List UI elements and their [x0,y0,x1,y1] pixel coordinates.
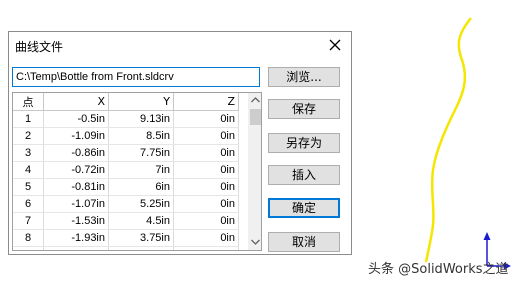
ok-button[interactable]: 确定 [268,198,340,218]
y-value-cell[interactable]: 4.5in [108,212,174,230]
column-header-y: Y [108,93,174,111]
z-value-cell[interactable]: 0in [173,144,239,162]
table-row[interactable]: 1 -0.5in 9.13in 0in [13,110,239,128]
point-index-cell[interactable]: 9 [13,246,44,250]
table-header-row: 点 X Y Z [13,93,239,111]
x-value-cell[interactable]: -2.16in [43,246,109,250]
curve-preview [424,17,511,270]
save-button[interactable]: 保存 [268,99,340,119]
scroll-down-arrow-icon[interactable] [250,237,261,247]
column-header-z: Z [173,93,239,111]
z-value-cell[interactable]: 0in [173,195,239,213]
z-value-cell[interactable]: 0in [173,246,239,250]
y-value-cell[interactable]: 3.75in [108,229,174,247]
y-value-cell[interactable]: 3in [108,246,174,250]
z-value-cell[interactable]: 0in [173,178,239,196]
point-index-cell[interactable]: 3 [13,144,44,162]
insert-button[interactable]: 插入 [268,165,340,185]
scroll-thumb[interactable] [250,109,261,125]
points-table: 点 X Y Z 1 -0.5in 9.13in 0in 2 -1.09in 8.5in 0in… [12,92,262,251]
z-value-cell[interactable]: 0in [173,212,239,230]
watermark: 头条 @SolidWorks之道 [368,262,509,277]
table-row[interactable]: 7 -1.53in 4.5in 0in [13,212,239,230]
column-header-x: X [43,93,109,111]
table-scrollbar[interactable] [248,93,261,250]
save-as-button[interactable]: 另存为 [268,133,340,153]
column-header-index: 点 [13,93,44,111]
table-row[interactable]: 5 -0.81in 6in 0in [13,178,239,196]
y-value-cell[interactable]: 7.75in [108,144,174,162]
point-index-cell[interactable]: 1 [13,110,44,128]
table-row[interactable]: 8 -1.93in 3.75in 0in [13,229,239,247]
point-index-cell[interactable]: 4 [13,161,44,179]
y-value-cell[interactable]: 8.5in [108,127,174,145]
browse-button[interactable]: 浏览... [268,67,340,87]
z-value-cell[interactable]: 0in [173,161,239,179]
x-value-cell[interactable]: -1.93in [43,229,109,247]
table-row[interactable]: 3 -0.86in 7.75in 0in [13,144,239,162]
point-index-cell[interactable]: 7 [13,212,44,230]
y-value-cell[interactable]: 6in [108,178,174,196]
x-value-cell[interactable]: -0.81in [43,178,109,196]
curve-file-dialog: 曲线文件 点 X Y Z 1-0.5in9.13in0in2-1.09in8.5… [8,31,352,255]
z-value-cell[interactable]: 0in [173,127,239,145]
z-value-cell[interactable]: 0in [173,110,239,128]
point-index-cell[interactable]: 8 [13,229,44,247]
table-row[interactable]: 9-2.16in3in0in [13,246,239,250]
z-value-cell[interactable]: 0in [173,229,239,247]
x-value-cell[interactable]: -1.07in [43,195,109,213]
dialog-title: 曲线文件 [15,40,64,54]
table-row[interactable]: 6 -1.07in 5.25in 0in [13,195,239,213]
file-path-input[interactable] [12,67,260,87]
spline-curve [424,17,472,263]
x-value-cell[interactable]: -1.53in [43,212,109,230]
table-row[interactable]: 2 -1.09in 8.5in 0in [13,127,239,145]
x-value-cell[interactable]: -0.72in [43,161,109,179]
y-value-cell[interactable]: 9.13in [108,110,174,128]
x-value-cell[interactable]: -0.86in [43,144,109,162]
x-value-cell[interactable]: -1.09in [43,127,109,145]
scroll-up-arrow-icon[interactable] [250,95,261,105]
cancel-button[interactable]: 取消 [268,232,340,252]
y-value-cell[interactable]: 5.25in [108,195,174,213]
y-value-cell[interactable]: 7in [108,161,174,179]
close-icon[interactable] [327,37,343,53]
table-row[interactable]: 4 -0.72in 7in 0in [13,161,239,179]
point-index-cell[interactable]: 6 [13,195,44,213]
point-index-cell[interactable]: 2 [13,127,44,145]
x-value-cell[interactable]: -0.5in [43,110,109,128]
point-index-cell[interactable]: 5 [13,178,44,196]
